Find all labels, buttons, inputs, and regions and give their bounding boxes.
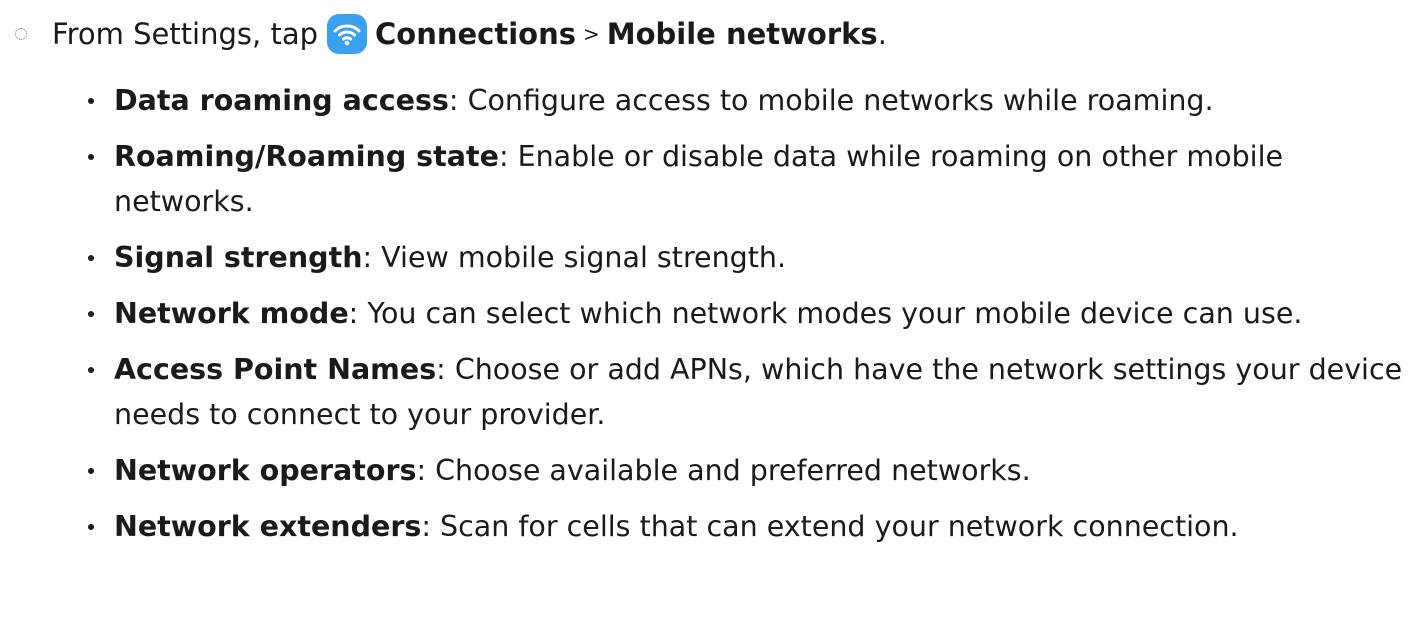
settings-option-list: Data roaming access: Configure access to… [0, 78, 1428, 560]
item-description: View mobile signal strength. [381, 241, 787, 274]
item-colon: : [348, 297, 368, 330]
bullet-icon [88, 255, 94, 261]
bullet-icon [88, 311, 94, 317]
path-connections: Connections [375, 17, 576, 51]
item-term: Network extenders [114, 510, 422, 543]
list-item-data-roaming-access: Data roaming access: Configure access to… [0, 78, 1428, 123]
item-colon: : [362, 241, 382, 274]
item-term: Network mode [114, 297, 349, 330]
item-colon: : [436, 353, 455, 386]
item-description: Configure access to mobile networks whil… [467, 84, 1214, 117]
item-description: Scan for cells that can extend your netw… [440, 510, 1239, 543]
item-description: You can select which network modes your … [367, 297, 1303, 330]
list-item-signal-strength: Signal strength: View mobile signal stre… [0, 235, 1428, 280]
item-term: Access Point Names [114, 353, 437, 386]
item-term: Roaming/Roaming state [114, 140, 499, 173]
list-item-access-point-names: Access Point Names: Choose or add APNs, … [0, 347, 1428, 437]
path-mobile-networks: Mobile networks [606, 17, 878, 51]
item-description: Choose available and preferred networks. [435, 454, 1031, 487]
bullet-icon [88, 524, 94, 530]
bullet-icon [88, 367, 94, 373]
item-colon: : [498, 140, 518, 173]
bullet-icon [88, 154, 94, 160]
item-term: Data roaming access [114, 84, 449, 117]
instruction-step: From Settings, tap Connections > Mobile … [0, 10, 1428, 58]
item-colon: : [448, 84, 468, 117]
item-term: Signal strength [114, 241, 363, 274]
item-colon: : [416, 454, 436, 487]
step-prefix: From Settings, tap [52, 17, 318, 51]
path-separator: > [583, 22, 600, 46]
step-suffix: . [877, 17, 887, 51]
list-item-network-operators: Network operators: Choose available and … [0, 448, 1428, 493]
list-item-network-mode: Network mode: You can select which netwo… [0, 291, 1428, 336]
item-term: Network operators [114, 454, 417, 487]
bullet-icon [88, 468, 94, 474]
wifi-icon [327, 14, 367, 54]
item-colon: : [421, 510, 441, 543]
step-marker-icon [15, 28, 27, 40]
bullet-icon [88, 98, 94, 104]
list-item-roaming-state: Roaming/Roaming state: Enable or disable… [0, 134, 1428, 224]
list-item-network-extenders: Network extenders: Scan for cells that c… [0, 504, 1428, 549]
